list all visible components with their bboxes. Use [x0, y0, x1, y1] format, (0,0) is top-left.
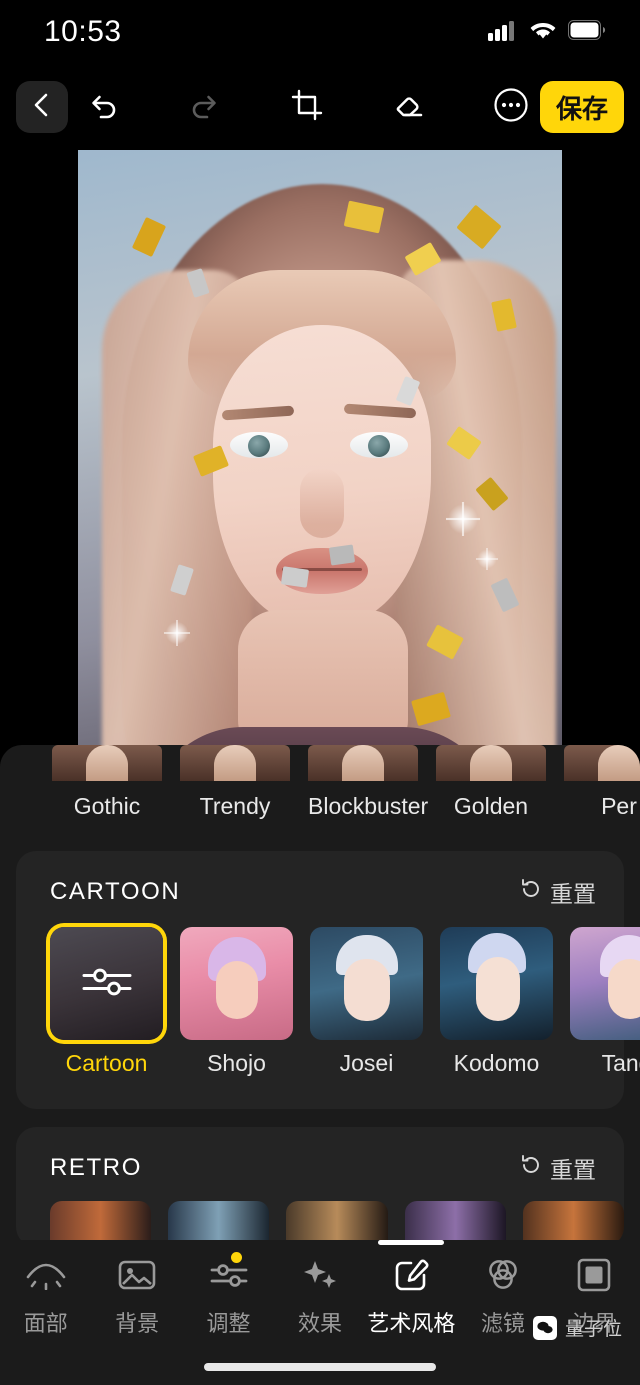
style-option[interactable]: Trendy	[180, 745, 290, 820]
tab-label: 艺术风格	[367, 1311, 456, 1336]
style-thumbnail	[50, 927, 163, 1040]
cellular-signal-icon	[488, 19, 518, 46]
cartoon-section-header: CARTOON 重置	[16, 851, 624, 909]
eye-icon	[24, 1254, 68, 1296]
style-label: Kodomo	[453, 1050, 540, 1076]
pen-square-icon	[393, 1254, 429, 1296]
redo-icon	[188, 90, 222, 125]
tab-adjust[interactable]: 调整	[183, 1252, 274, 1338]
style-panel: Gothic Trendy Blockbuster Golden Per CAR…	[0, 745, 640, 1385]
tab-background[interactable]: 背景	[91, 1254, 182, 1338]
previous-style-row[interactable]: Gothic Trendy Blockbuster Golden Per	[0, 745, 640, 845]
style-label: Per	[601, 793, 637, 819]
style-option-josei[interactable]: Josei	[310, 927, 423, 1077]
retro-reset-label: 重置	[550, 1157, 596, 1183]
retro-reset-button[interactable]: 重置	[520, 1151, 596, 1185]
active-tab-indicator	[378, 1240, 445, 1245]
chevron-left-icon	[31, 92, 53, 123]
cartoon-style-list[interactable]: Cartoon Shojo Josei Kodomo Tan	[16, 909, 640, 1077]
style-thumbnail	[52, 745, 162, 781]
save-button[interactable]: 保存	[540, 81, 624, 133]
crop-icon	[291, 89, 323, 126]
style-thumbnail	[564, 745, 640, 781]
style-label: Josei	[339, 1050, 394, 1076]
tab-effects[interactable]: 效果	[274, 1254, 365, 1338]
style-option-shojo[interactable]: Shojo	[180, 927, 293, 1077]
style-label: Tang	[601, 1050, 640, 1076]
retro-section-title: RETRO	[50, 1154, 142, 1181]
tab-label: 滤镜	[480, 1311, 525, 1336]
cartoon-section-title: CARTOON	[50, 878, 181, 905]
style-option[interactable]: Blockbuster	[308, 745, 429, 820]
tab-label: 效果	[297, 1311, 342, 1336]
cartoon-reset-button[interactable]: 重置	[520, 875, 596, 909]
tab-label: 面部	[23, 1311, 68, 1336]
status-bar: 10:53	[0, 0, 640, 64]
wifi-icon	[528, 19, 558, 46]
crop-button[interactable]	[285, 85, 329, 129]
watermark-text: 量子位	[564, 1319, 622, 1340]
undo-icon	[86, 90, 120, 125]
style-thumbnail	[180, 927, 293, 1040]
ellipsis-icon	[493, 87, 529, 128]
style-label: Shojo	[207, 1050, 266, 1076]
style-label: Blockbuster	[308, 793, 429, 819]
eraser-icon	[392, 90, 426, 125]
status-time: 10:53	[44, 15, 122, 48]
redo-button[interactable]	[183, 85, 227, 129]
tab-label: 调整	[206, 1311, 251, 1336]
top-toolbar: 保存	[0, 64, 640, 150]
style-option-cartoon[interactable]: Cartoon	[50, 927, 163, 1077]
sliders-icon	[80, 964, 134, 1003]
battery-icon	[568, 19, 606, 45]
sliders-icon	[209, 1254, 249, 1296]
tab-face[interactable]: 面部	[0, 1254, 91, 1338]
status-indicators	[488, 19, 606, 46]
canvas-area	[0, 150, 640, 822]
style-thumbnail	[570, 927, 640, 1040]
back-button[interactable]	[16, 81, 68, 133]
retro-section: RETRO 重置	[16, 1127, 624, 1247]
style-label: Golden	[453, 793, 529, 819]
tab-art-style[interactable]: 艺术风格	[366, 1240, 457, 1338]
image-icon	[118, 1254, 156, 1296]
style-option[interactable]: Per	[564, 745, 640, 820]
home-indicator	[204, 1363, 436, 1371]
border-square-icon	[577, 1254, 611, 1296]
style-thumbnail	[310, 927, 423, 1040]
more-button[interactable]	[489, 85, 533, 129]
style-thumbnail	[180, 745, 290, 781]
wechat-icon	[532, 1315, 557, 1340]
style-label: Gothic	[73, 793, 141, 819]
cartoon-reset-label: 重置	[550, 881, 596, 907]
style-label: Trendy	[199, 793, 271, 819]
eraser-button[interactable]	[387, 85, 431, 129]
watermark: 量子位	[532, 1314, 622, 1341]
sparkles-icon	[301, 1254, 339, 1296]
reset-arrow-icon	[520, 878, 542, 906]
style-option[interactable]: Gothic	[52, 745, 162, 820]
retro-section-header: RETRO 重置	[16, 1127, 624, 1185]
style-option-tang[interactable]: Tang	[570, 927, 640, 1077]
style-thumbnail	[440, 927, 553, 1040]
style-thumbnail	[436, 745, 546, 781]
reset-arrow-icon	[520, 1154, 542, 1182]
phone-screen: 10:53 保存 Gothic Trendy Blockbuster Golde…	[0, 0, 640, 1385]
tab-label: 背景	[115, 1311, 160, 1336]
style-label: Cartoon	[65, 1050, 148, 1076]
style-thumbnail	[308, 745, 418, 781]
style-panel-scroll[interactable]: Gothic Trendy Blockbuster Golden Per CAR…	[0, 745, 640, 1247]
filters-icon	[484, 1254, 522, 1296]
edited-portrait-photo[interactable]	[78, 150, 562, 822]
cartoon-section: CARTOON 重置 Cartoon Shojo Josei Kodomo Ta…	[16, 851, 640, 1109]
style-option[interactable]: Golden	[436, 745, 546, 820]
undo-button[interactable]	[81, 85, 125, 129]
toolbar-icon-group	[74, 85, 540, 129]
style-option-kodomo[interactable]: Kodomo	[440, 927, 553, 1077]
retro-style-list[interactable]	[16, 1185, 624, 1247]
